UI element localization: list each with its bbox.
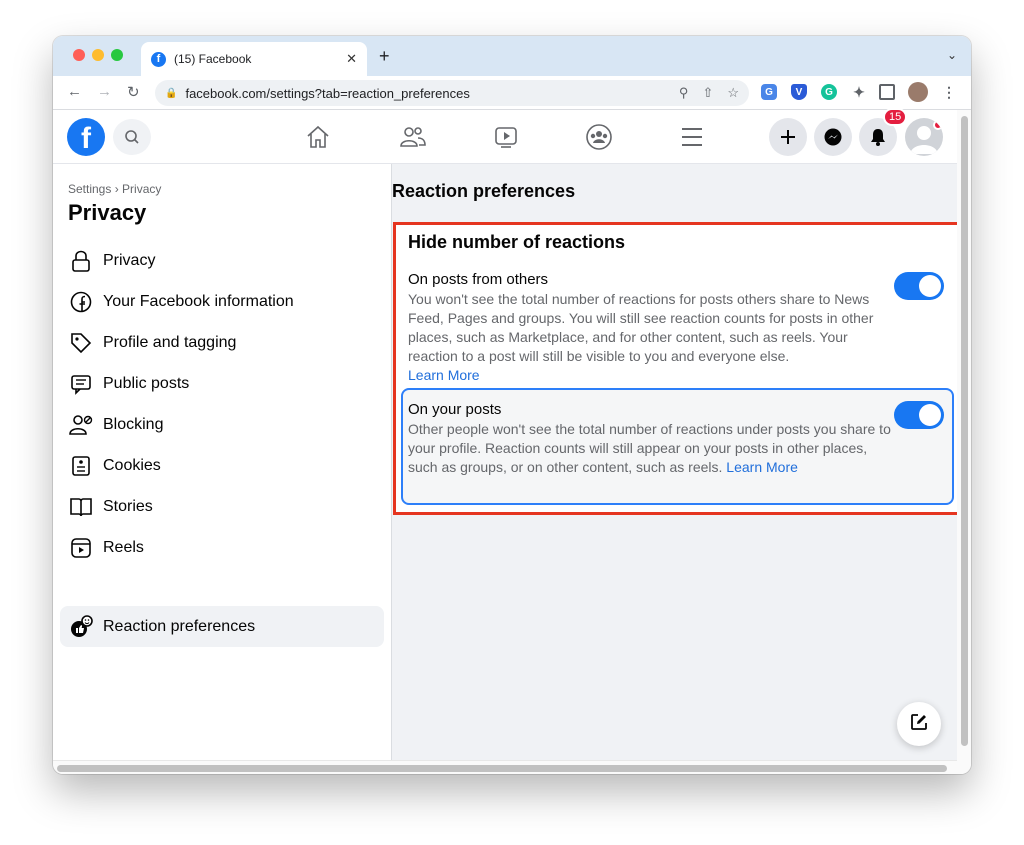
sidebar-item-label: Privacy	[103, 251, 156, 269]
option-your-posts: On your posts Other people won't see the…	[408, 400, 894, 477]
facebook-header: f 15	[53, 108, 957, 164]
sidebar-item-label: Your Facebook information	[103, 292, 294, 310]
facebook-icon	[68, 289, 94, 315]
side-panel-icon[interactable]	[879, 84, 895, 100]
sidebar-item-label: Cookies	[103, 456, 161, 474]
account-avatar[interactable]	[905, 118, 943, 156]
close-window-button[interactable]	[73, 49, 85, 61]
reaction-icon	[68, 614, 94, 640]
page-title: Reaction preferences	[392, 181, 576, 201]
lock-icon: 🔒	[165, 87, 178, 99]
section-title: Hide number of reactions	[408, 232, 626, 252]
sidebar-item-label: Profile and tagging	[103, 333, 237, 351]
tab-strip: f (15) Facebook ✕ + ⌄	[53, 36, 971, 76]
sidebar-item-label: Reaction preferences	[103, 617, 256, 635]
main-content: Reaction preferences Hide number of reac…	[392, 164, 960, 760]
sidebar-item-your-facebook-information[interactable]: Your Facebook information	[60, 281, 384, 322]
lock-icon	[68, 248, 94, 274]
profile-avatar-icon[interactable]	[908, 82, 928, 102]
stories-book-icon	[68, 494, 94, 520]
settings-sidebar: Settings › Privacy Privacy Privacy Your …	[53, 164, 392, 760]
forward-arrow-icon[interactable]: →	[97, 83, 112, 100]
extensions-puzzle-icon[interactable]: ✦	[851, 84, 867, 100]
breadcrumb[interactable]: Settings › Privacy	[68, 182, 161, 196]
reload-icon[interactable]: ↻	[127, 83, 140, 101]
friends-icon[interactable]	[398, 122, 428, 152]
browser-window: f (15) Facebook ✕ + ⌄ ← → ↻ 🔒 facebook.c…	[53, 36, 971, 774]
vertical-scroll-thumb[interactable]	[961, 116, 968, 746]
tag-icon	[68, 330, 94, 356]
notification-count-badge: 15	[883, 108, 908, 126]
sidebar-item-reels[interactable]: Reels	[60, 527, 384, 568]
option-posts-from-others: On posts from others You won't see the t…	[408, 270, 894, 385]
more-menu-icon[interactable]: ⋮	[941, 84, 957, 100]
account-alert-dot	[933, 120, 943, 130]
sidebar-title: Privacy	[68, 200, 147, 225]
menu-hamburger-icon[interactable]	[677, 122, 707, 152]
compose-edit-icon	[909, 712, 929, 737]
horizontal-scrollbar[interactable]	[53, 760, 957, 774]
sidebar-item-label: Blocking	[103, 415, 164, 433]
zoom-search-icon[interactable]: ⚲	[679, 85, 689, 101]
browser-toolbar: ← → ↻ 🔒 facebook.com/settings?tab=reacti…	[53, 76, 971, 110]
address-bar[interactable]: 🔒 facebook.com/settings?tab=reaction_pre…	[155, 80, 749, 106]
option-description: Other people won't see the total number …	[408, 421, 891, 475]
watch-video-icon[interactable]	[491, 122, 521, 152]
toggle-your-posts[interactable]	[894, 401, 944, 429]
tab-close-icon[interactable]: ✕	[346, 51, 357, 67]
grammarly-extension-icon[interactable]: G	[821, 84, 837, 100]
home-icon[interactable]	[303, 122, 333, 152]
sidebar-item-label: Public posts	[103, 374, 190, 392]
create-plus-icon[interactable]	[769, 118, 807, 156]
option-heading: On posts from others	[408, 271, 549, 288]
sidebar-item-label: Reels	[103, 538, 144, 556]
vertical-scrollbar[interactable]	[957, 110, 971, 774]
facebook-logo[interactable]: f	[67, 118, 105, 156]
new-message-compose-button[interactable]	[897, 702, 941, 746]
search-icon[interactable]	[113, 119, 151, 155]
minimize-window-button[interactable]	[92, 49, 104, 61]
blocking-icon	[68, 412, 94, 438]
sidebar-item-privacy[interactable]: Privacy	[60, 240, 384, 281]
toggle-knob	[919, 404, 941, 426]
maximize-window-button[interactable]	[111, 49, 123, 61]
horizontal-scroll-thumb[interactable]	[57, 765, 947, 772]
public-posts-icon	[68, 371, 94, 397]
sidebar-item-blocking[interactable]: Blocking	[60, 404, 384, 445]
reels-icon	[68, 535, 94, 561]
toggle-posts-from-others[interactable]	[894, 272, 944, 300]
sidebar-item-cookies[interactable]: Cookies	[60, 445, 384, 486]
messenger-icon[interactable]	[814, 118, 852, 156]
back-arrow-icon[interactable]: ←	[67, 83, 82, 100]
sidebar-item-stories[interactable]: Stories	[60, 486, 384, 527]
bookmark-star-icon[interactable]: ☆	[727, 85, 739, 101]
tab-list-chevron-down-icon[interactable]: ⌄	[947, 48, 957, 62]
option-heading: On your posts	[408, 401, 502, 418]
cookies-icon	[68, 453, 94, 479]
browser-tab[interactable]: f (15) Facebook ✕	[141, 42, 367, 76]
tab-title: (15) Facebook	[174, 52, 252, 66]
facebook-favicon-icon: f	[151, 51, 166, 67]
share-icon[interactable]: ⇧	[702, 85, 713, 101]
url-text[interactable]: facebook.com/settings?tab=reaction_prefe…	[185, 86, 664, 101]
highlight-box: Hide number of reactions On posts from o…	[393, 222, 960, 515]
learn-more-link[interactable]: Learn More	[408, 367, 480, 383]
sidebar-item-label: Stories	[103, 497, 153, 515]
learn-more-link[interactable]: Learn More	[726, 459, 798, 475]
translate-extension-icon[interactable]: G	[761, 84, 777, 100]
option-description: You won't see the total number of reacti…	[408, 291, 874, 364]
groups-icon[interactable]	[584, 122, 614, 152]
sidebar-item-reaction-preferences[interactable]: Reaction preferences	[60, 606, 384, 647]
sidebar-item-public-posts[interactable]: Public posts	[60, 363, 384, 404]
shield-extension-icon[interactable]: V	[791, 84, 807, 100]
toggle-knob	[919, 275, 941, 297]
sidebar-item-profile-and-tagging[interactable]: Profile and tagging	[60, 322, 384, 363]
new-tab-button[interactable]: +	[379, 46, 390, 67]
